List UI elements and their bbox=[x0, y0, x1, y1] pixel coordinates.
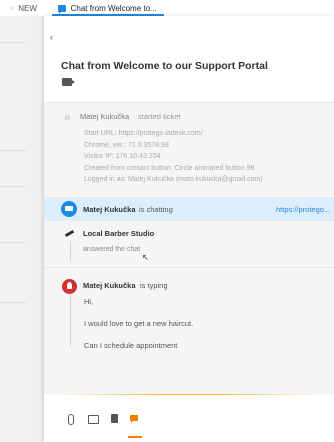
typing-name: Matej Kukučka bbox=[83, 281, 136, 290]
active-tool-indicator bbox=[128, 436, 142, 438]
list-divider bbox=[0, 242, 26, 243]
system-event-action: started ticket bbox=[138, 112, 181, 121]
compose-toolbar bbox=[44, 406, 334, 432]
chat-panel: ‹ Chat from Welcome to our Support Porta… bbox=[44, 16, 334, 442]
agent-icon bbox=[65, 230, 74, 239]
list-divider bbox=[0, 42, 26, 43]
chatting-url-link[interactable]: https://protego... bbox=[276, 205, 330, 214]
agent-event-text: answered the chat bbox=[83, 246, 141, 253]
ticket-detail-line: Chrome, ver.: 71.0.3578.98 bbox=[84, 141, 169, 149]
ticket-detail-line: Start URL: https://protego.ladesk.com/ bbox=[84, 130, 203, 137]
chat-bubble-icon bbox=[61, 201, 77, 217]
chat-bubble-icon bbox=[58, 4, 66, 14]
chatting-row[interactable]: Matej Kukučka is chatting https://proteg… bbox=[44, 197, 334, 221]
chatting-status: is chatting bbox=[139, 205, 173, 214]
message-line: Hi, bbox=[84, 297, 94, 306]
list-divider bbox=[0, 302, 26, 303]
timeline-line bbox=[70, 241, 71, 261]
divider bbox=[44, 267, 334, 268]
tab-new[interactable]: ○ NEW bbox=[0, 0, 37, 16]
ticket-detail-line: Created from contact button: Circle anim… bbox=[84, 164, 255, 172]
ticket-detail-line: Logged in as: Matej Kukučka (mato.kukuck… bbox=[84, 176, 263, 183]
comment-icon[interactable] bbox=[88, 414, 99, 424]
label-icon[interactable] bbox=[62, 78, 75, 86]
background-list bbox=[0, 16, 44, 442]
link-icon: ⊖ bbox=[64, 113, 71, 122]
mouse-cursor-icon: ↖ bbox=[142, 253, 149, 262]
chatting-name: Matej Kukučka bbox=[83, 205, 136, 214]
ticket-detail-line: Visitor IP: 176.10.43.204 bbox=[84, 153, 161, 160]
attachment-icon[interactable] bbox=[65, 414, 75, 425]
list-divider bbox=[0, 150, 26, 151]
chat-icon[interactable] bbox=[130, 414, 140, 424]
message-line: I would love to get a new haircut. bbox=[84, 319, 194, 328]
agent-name: Local Barber Studio bbox=[83, 229, 155, 238]
system-event-name: Matej Kukučka bbox=[80, 112, 130, 121]
tab-chat-label: Chat from Welcome to... bbox=[70, 3, 157, 13]
circle-icon: ○ bbox=[10, 4, 15, 12]
conversation-feed[interactable]: ⊖ Matej Kukučka started ticket Start URL… bbox=[44, 102, 334, 394]
message-line: Can I schedule appointment bbox=[84, 341, 178, 350]
back-button[interactable]: ‹ bbox=[50, 32, 53, 42]
typing-status: is typing bbox=[140, 281, 168, 290]
user-avatar-icon bbox=[62, 279, 77, 294]
timeline-line bbox=[70, 295, 71, 347]
compose-divider bbox=[44, 394, 334, 395]
document-icon[interactable] bbox=[110, 414, 120, 424]
ticket-details: Start URL: https://protego.ladesk.com/ C… bbox=[84, 128, 263, 186]
page-title: Chat from Welcome to our Support Portal bbox=[61, 60, 268, 72]
tab-bar: ○ NEW Chat from Welcome to... bbox=[0, 0, 334, 16]
list-divider bbox=[0, 186, 26, 187]
tab-new-label: NEW bbox=[18, 3, 37, 13]
